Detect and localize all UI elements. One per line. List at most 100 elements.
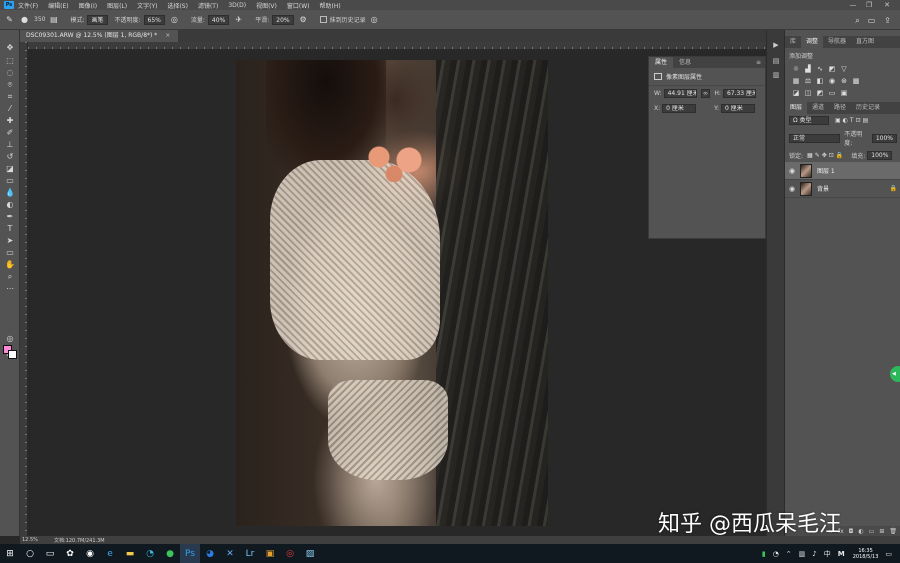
file-explorer-icon[interactable]: ▬ [120, 544, 140, 563]
lock-options-icons[interactable]: ▦✎✥⊡🔒 [807, 152, 845, 159]
brush-tool-icon[interactable]: ✐ [4, 127, 16, 138]
color-balance-icon[interactable]: ⚖ [803, 77, 813, 85]
posterize-icon[interactable]: ◫ [803, 89, 813, 97]
menu-3d[interactable]: 3D(D) [228, 2, 246, 9]
browser-blue-icon[interactable]: ◕ [200, 544, 220, 563]
gradient-map-icon[interactable]: ▭ [827, 89, 837, 97]
menu-image[interactable]: 图像(I) [79, 1, 97, 10]
menu-type[interactable]: 文字(Y) [137, 1, 157, 10]
close-tab-icon[interactable]: × [165, 32, 170, 39]
visibility-eye-icon[interactable]: ◉ [789, 185, 797, 193]
pressure-size-icon[interactable]: ◎ [369, 14, 380, 25]
tab-info[interactable]: 信息 [673, 57, 697, 68]
image-viewer-icon[interactable]: ▨ [300, 544, 320, 563]
move-tool-icon[interactable]: ✥ [4, 42, 16, 53]
fill-input[interactable]: 100% [867, 151, 893, 160]
levels-icon[interactable]: ▟ [803, 65, 813, 73]
workspace-icon[interactable]: ▭ [866, 15, 877, 26]
blend-mode-select[interactable]: 正常 [789, 133, 841, 143]
floating-assistant-icon[interactable]: ◀ [890, 366, 900, 382]
zoom-level[interactable]: 12.5% [22, 537, 42, 543]
exposure-icon[interactable]: ◩ [827, 65, 837, 73]
document-image[interactable] [236, 60, 548, 526]
pressure-opacity-icon[interactable]: ◎ [169, 14, 180, 25]
mode-select[interactable]: 画笔 [87, 14, 108, 25]
channel-mixer-icon[interactable]: ⊛ [839, 77, 849, 85]
invert-icon[interactable]: ◪ [791, 89, 801, 97]
link-dimensions-icon[interactable]: ∞ [700, 89, 711, 98]
layer-row[interactable]: ◉ 背景 🔒 [785, 180, 900, 198]
color-lookup-icon[interactable]: ▩ [851, 77, 861, 85]
task-view-icon[interactable]: ▭ [40, 544, 60, 563]
restore-button[interactable]: ❐ [862, 0, 876, 10]
gradient-tool-icon[interactable]: ▭ [4, 175, 16, 186]
share-icon[interactable]: ⇪ [882, 15, 893, 26]
selective-color-icon[interactable]: ▣ [839, 89, 849, 97]
menu-filter[interactable]: 滤镜(T) [198, 1, 218, 10]
marquee-tool-icon[interactable]: ⬚ [4, 55, 16, 66]
flow-input[interactable]: 40% [207, 14, 230, 25]
tab-channels[interactable]: 通道 [807, 102, 829, 114]
rectangle-tool-icon[interactable]: ▭ [4, 247, 16, 258]
zoom-tool-icon[interactable]: ⌕ [4, 271, 16, 282]
tab-adjustments[interactable]: 调整 [801, 36, 824, 48]
eyedropper-tool-icon[interactable]: ⁄ [4, 103, 16, 114]
crop-tool-icon[interactable]: ⌗ [4, 91, 16, 102]
blur-tool-icon[interactable]: 💧 [4, 187, 16, 198]
smoothing-input[interactable]: 20% [272, 14, 294, 25]
path-select-tool-icon[interactable]: ➤ [4, 235, 16, 246]
chevron-up-icon[interactable]: ⌃ [786, 550, 792, 558]
wechat-icon[interactable]: ● [160, 544, 180, 563]
tab-properties[interactable]: 属性 [649, 57, 674, 68]
threshold-icon[interactable]: ◩ [815, 89, 825, 97]
lasso-tool-icon[interactable]: ◌ [4, 67, 16, 78]
menu-select[interactable]: 选择(S) [167, 1, 188, 10]
add-mask-icon[interactable]: ◘ [849, 528, 854, 535]
eraser-tool-icon[interactable]: ◪ [4, 163, 16, 174]
hand-tool-icon[interactable]: ✋ [4, 259, 16, 270]
tab-navigator[interactable]: 导航器 [823, 36, 851, 48]
menu-view[interactable]: 视图(V) [256, 1, 277, 10]
brush-panel-icon[interactable]: ▤ [48, 14, 59, 25]
app-pinwheel-icon[interactable]: ✿ [60, 544, 80, 563]
notification-icon[interactable]: ▭ [885, 550, 892, 558]
hue-saturation-icon[interactable]: ▦ [791, 77, 801, 85]
clone-stamp-icon[interactable]: ⊥ [4, 139, 16, 150]
tab-history[interactable]: 历史记录 [851, 102, 885, 114]
menu-help[interactable]: 帮助(H) [320, 1, 341, 10]
app-x-icon[interactable]: ✕ [220, 544, 240, 563]
dodge-tool-icon[interactable]: ◐ [4, 199, 16, 210]
new-group-icon[interactable]: ▭ [869, 528, 875, 535]
erase-to-history-checkbox[interactable] [319, 16, 327, 23]
weibo-icon[interactable]: ◎ [280, 544, 300, 563]
menu-window[interactable]: 窗口(W) [287, 1, 310, 10]
more-tools-icon[interactable]: ⋯ [4, 283, 16, 294]
document-size-info[interactable]: 文档:120.7M/241.3M [54, 537, 105, 544]
panel-menu-icon[interactable]: ≡ [756, 59, 761, 66]
app-gamepad-icon[interactable]: ◉ [80, 544, 100, 563]
lightroom-icon[interactable]: Lr [240, 544, 260, 563]
network-icon[interactable]: ▥ [799, 550, 806, 558]
layer-opacity-input[interactable]: 100% [871, 133, 897, 143]
visibility-eye-icon[interactable]: ◉ [789, 167, 797, 175]
menu-layer[interactable]: 图层(L) [107, 1, 127, 10]
layer-filter-select[interactable]: Ω 类型 [789, 116, 829, 125]
search-icon[interactable]: ⌕ [852, 15, 863, 26]
menu-edit[interactable]: 编辑(E) [48, 1, 68, 10]
properties-dock-icon[interactable]: ▥ [771, 70, 781, 80]
brightness-icon[interactable]: ☼ [791, 65, 801, 73]
start-button-icon[interactable]: ⊞ [0, 544, 20, 563]
width-input[interactable]: 44.91 厘米 [663, 89, 697, 98]
airbrush-icon[interactable]: ✈ [233, 14, 244, 25]
edge-browser-icon[interactable]: e [100, 544, 120, 563]
new-layer-icon[interactable]: ⊞ [879, 528, 884, 535]
quick-mask-icon[interactable]: ◎ [4, 333, 16, 344]
tab-histogram[interactable]: 直方图 [851, 36, 879, 48]
curves-icon[interactable]: ∿ [815, 65, 825, 73]
delete-layer-icon[interactable]: 🗑 [889, 528, 897, 535]
pen-tool-icon[interactable]: ✒ [4, 211, 16, 222]
type-tool-icon[interactable]: T [4, 223, 16, 234]
battery-icon[interactable]: ▮ [762, 550, 766, 558]
eraser-tool-preset-icon[interactable]: ✎ [4, 14, 15, 25]
brush-preset-icon[interactable]: ● [19, 14, 30, 25]
